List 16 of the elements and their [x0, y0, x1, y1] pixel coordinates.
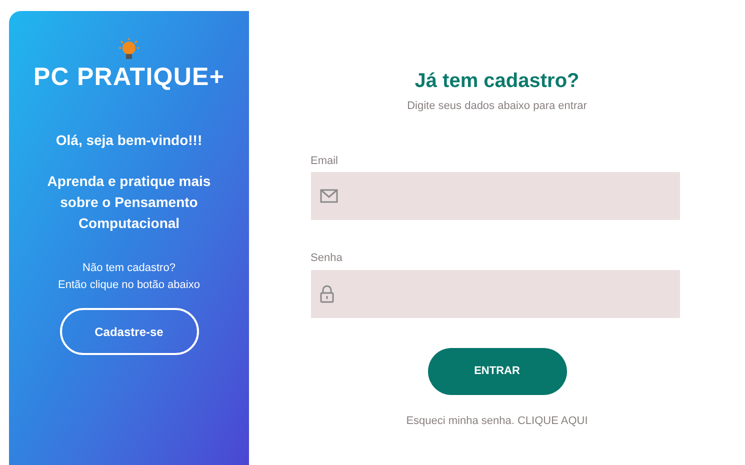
- field-label: Email: [310, 154, 340, 168]
- tagline: Aprenda e pratique mais sobre o Pensamento Computacional: [46, 172, 212, 233]
- email-field[interactable]: [310, 172, 680, 220]
- forgot-password-link[interactable]: Esqueci minha senha. CLIQUE AQUI: [406, 412, 588, 429]
- greeting: Olá, seja bem-vindo!!!: [56, 131, 202, 150]
- signup-prompt: Não tem cadastro?: [82, 261, 176, 276]
- signup-button[interactable]: Cadastre-se: [60, 308, 198, 355]
- envelope-icon: [320, 189, 338, 203]
- logo: PC PRATIQUE+: [33, 65, 225, 90]
- login-button[interactable]: ENTRAR: [428, 348, 566, 394]
- form-title: Já tem cadastro?: [414, 69, 580, 94]
- field-label: Senha: [310, 251, 344, 266]
- form-subtitle: Digite seus dados abaixo para entrar: [407, 99, 587, 114]
- password-field[interactable]: [310, 270, 680, 318]
- padlock-icon: [320, 284, 334, 302]
- signup-prompt: Então clique no botão abaixo: [58, 278, 200, 293]
